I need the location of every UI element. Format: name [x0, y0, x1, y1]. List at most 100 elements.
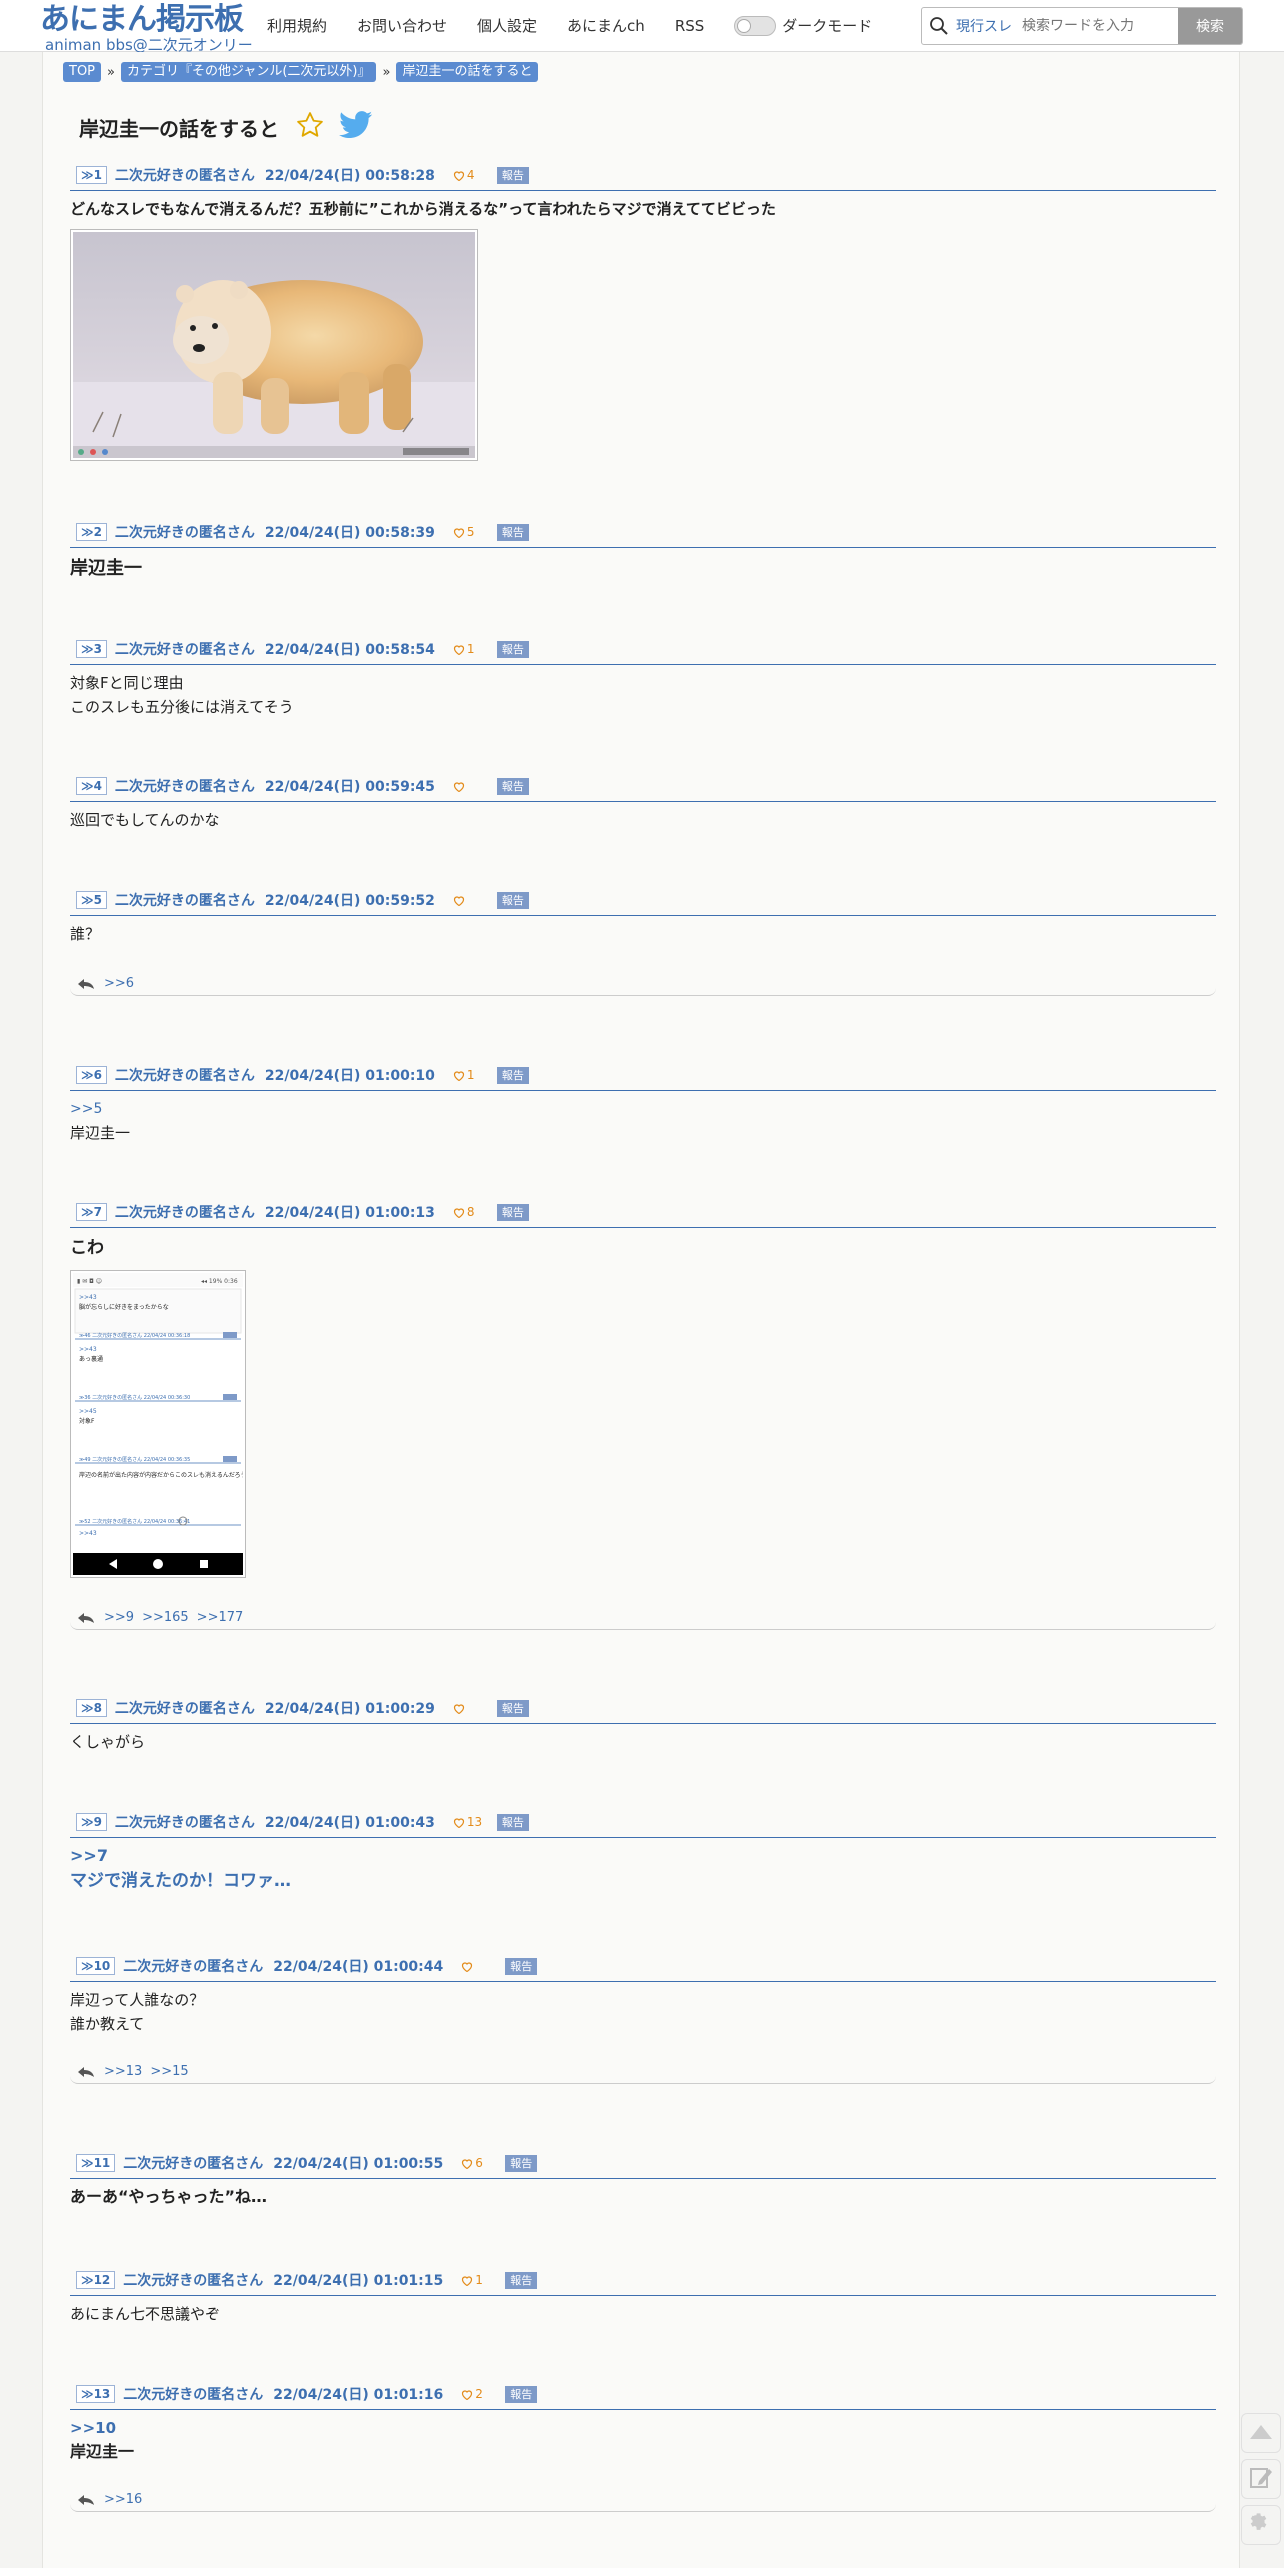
post-header: ≫6 二次元好きの匿名さん 22/04/24(日) 01:00:10 1 報告	[70, 1064, 1216, 1091]
post-text: こわ	[70, 1238, 104, 1258]
post-number[interactable]: ≫1	[76, 166, 107, 184]
like-button[interactable]: 2	[461, 2387, 505, 2401]
like-button[interactable]: 1	[461, 2273, 505, 2287]
like-button[interactable]: 6	[461, 2156, 505, 2170]
breadcrumb: TOP » カテゴリ『その他ジャンル(二次元以外)』 » 岸辺圭一の話をすると	[63, 62, 539, 82]
like-button[interactable]	[453, 1703, 497, 1714]
like-button[interactable]	[453, 895, 497, 906]
post-3: ≫3 二次元好きの匿名さん 22/04/24(日) 00:58:54 1 報告 …	[70, 638, 1216, 719]
post-number[interactable]: ≫7	[76, 1203, 107, 1221]
post-date: 22/04/24(日) 01:00:44	[273, 1959, 444, 1975]
dark-mode-toggle[interactable]	[734, 16, 777, 36]
post-text: あにまん七不思議やぞ	[70, 2305, 221, 2323]
like-count: 2	[475, 2387, 483, 2401]
nav-animanch[interactable]: あにまんch	[567, 14, 645, 38]
favorite-star-icon[interactable]	[295, 110, 325, 144]
post-number[interactable]: ≫11	[76, 2154, 116, 2172]
like-button[interactable]	[461, 1961, 505, 1972]
post-1: ≫1 二次元好きの匿名さん 22/04/24(日) 00:58:28 4 報告 …	[70, 164, 1216, 461]
like-button[interactable]	[453, 781, 497, 792]
breadcrumb-category[interactable]: カテゴリ『その他ジャンル(二次元以外)』	[120, 62, 377, 82]
anchor-link[interactable]: >>5	[70, 1097, 1216, 1121]
search-input[interactable]	[1022, 18, 1172, 34]
report-button[interactable]: 報告	[505, 1957, 538, 1975]
post-number[interactable]: ≫9	[76, 1813, 107, 1831]
post-body: どんなスレでもなんで消えるんだ？五秒前に”これから消えるな”って言われたらマジで…	[70, 191, 1216, 461]
post-11: ≫11 二次元好きの匿名さん 22/04/24(日) 01:00:55 6 報告…	[70, 2152, 1216, 2209]
post-number[interactable]: ≫12	[76, 2271, 116, 2289]
heart-icon	[453, 1207, 465, 1218]
reply-link[interactable]: >>177	[197, 1610, 244, 1625]
nav-rss[interactable]: RSS	[675, 14, 704, 38]
reply-link[interactable]: >>15	[150, 2064, 188, 2079]
search-scope-select[interactable]: 現行スレ	[956, 16, 1012, 36]
report-button[interactable]: 報告	[496, 1699, 529, 1717]
anchor-link[interactable]: >>7	[70, 1844, 1216, 1868]
post-header: ≫11 二次元好きの匿名さん 22/04/24(日) 01:00:55 6 報告	[70, 2152, 1216, 2179]
report-button[interactable]: 報告	[496, 1203, 529, 1221]
post-number[interactable]: ≫6	[76, 1066, 107, 1084]
report-button[interactable]: 報告	[505, 2154, 538, 2172]
post-number[interactable]: ≫3	[76, 640, 107, 658]
phone-screenshot[interactable]: ▮ ✉ ◘ ☺ ◂◂ 19% 0:36 >>43 脳が忘らしに好きをまったからな…	[70, 1270, 252, 1578]
svg-text:≫49 二次元好きの匿名さん 22/04/24 00:36:: ≫49 二次元好きの匿名さん 22/04/24 00:36:35	[79, 1456, 190, 1463]
post-number[interactable]: ≫5	[76, 891, 107, 909]
post-author: 二次元好きの匿名さん	[114, 1701, 255, 1717]
post-date: 22/04/24(日) 01:01:16	[273, 2387, 444, 2403]
reply-link[interactable]: >>13	[104, 2064, 142, 2079]
breadcrumb-top[interactable]: TOP	[63, 62, 102, 82]
post-header: ≫5 二次元好きの匿名さん 22/04/24(日) 00:59:52 報告	[70, 889, 1216, 916]
breadcrumb-thread[interactable]: 岸辺圭一の話をすると	[396, 62, 539, 82]
report-button[interactable]: 報告	[505, 2271, 538, 2289]
post-number[interactable]: ≫8	[76, 1699, 107, 1717]
post-body: >>10 岸辺圭一	[70, 2410, 1216, 2464]
edit-pencil-icon	[1249, 2465, 1273, 2493]
heart-icon	[453, 1817, 465, 1828]
scroll-top-button[interactable]	[1241, 2413, 1281, 2453]
report-button[interactable]: 報告	[496, 640, 529, 658]
report-button[interactable]: 報告	[496, 1813, 529, 1831]
report-button[interactable]: 報告	[496, 1066, 529, 1084]
like-button[interactable]: 4	[453, 168, 497, 182]
nav-contact[interactable]: お問い合わせ	[357, 14, 447, 38]
report-button[interactable]: 報告	[496, 523, 529, 541]
reply-link[interactable]: >>9	[104, 1610, 134, 1625]
post-date: 22/04/24(日) 01:01:15	[273, 2273, 444, 2289]
post-text: 岸辺圭一	[70, 558, 142, 579]
like-button[interactable]: 8	[453, 1205, 497, 1219]
report-button[interactable]: 報告	[505, 2385, 538, 2403]
search-button[interactable]: 検索	[1178, 8, 1242, 44]
report-button[interactable]: 報告	[496, 777, 529, 795]
screenshot-line: 対象F	[79, 1417, 95, 1425]
report-button[interactable]: 報告	[496, 891, 529, 909]
nav-terms[interactable]: 利用規約	[267, 14, 327, 38]
post-header: ≫8 二次元好きの匿名さん 22/04/24(日) 01:00:29 報告	[70, 1697, 1216, 1724]
twitter-share-icon[interactable]	[339, 111, 373, 143]
like-button[interactable]: 1	[453, 642, 497, 656]
report-button[interactable]: 報告	[496, 166, 529, 184]
settings-button[interactable]	[1241, 2505, 1281, 2545]
post-number[interactable]: ≫4	[76, 777, 107, 795]
write-post-button[interactable]	[1241, 2459, 1281, 2499]
site-logo[interactable]: あにまん掲示板 animan bbs@二次元オンリー	[40, 2, 253, 53]
post-number[interactable]: ≫10	[76, 1957, 116, 1975]
post-number[interactable]: ≫2	[76, 523, 107, 541]
anchor-link[interactable]: >>10	[70, 2416, 1216, 2440]
like-button[interactable]: 1	[453, 1068, 497, 1082]
svg-text:>>43: >>43	[79, 1530, 97, 1537]
post-date: 22/04/24(日) 00:58:39	[264, 525, 435, 541]
post-number[interactable]: ≫13	[76, 2385, 116, 2403]
post-text: どんなスレでもなんで消えるんだ？五秒前に”これから消えるな”って言われたらマジで…	[70, 200, 776, 218]
svg-text:≫52 二次元好きの匿名さん 22/04/24 00:36:: ≫52 二次元好きの匿名さん 22/04/24 00:36:41	[79, 1518, 190, 1525]
polar-bear-photo[interactable]	[70, 229, 478, 461]
reply-link[interactable]: >>165	[142, 1610, 189, 1625]
post-date: 22/04/24(日) 00:59:45	[264, 779, 435, 795]
post-2: ≫2 二次元好きの匿名さん 22/04/24(日) 00:58:39 5 報告 …	[70, 521, 1216, 584]
like-button[interactable]: 13	[453, 1815, 497, 1829]
reply-link[interactable]: >>6	[104, 976, 134, 991]
post-header: ≫12 二次元好きの匿名さん 22/04/24(日) 01:01:15 1 報告	[70, 2269, 1216, 2296]
like-button[interactable]: 5	[453, 525, 497, 539]
reply-link[interactable]: >>16	[104, 2492, 142, 2507]
nav-settings[interactable]: 個人設定	[477, 14, 537, 38]
heart-icon	[453, 170, 465, 181]
